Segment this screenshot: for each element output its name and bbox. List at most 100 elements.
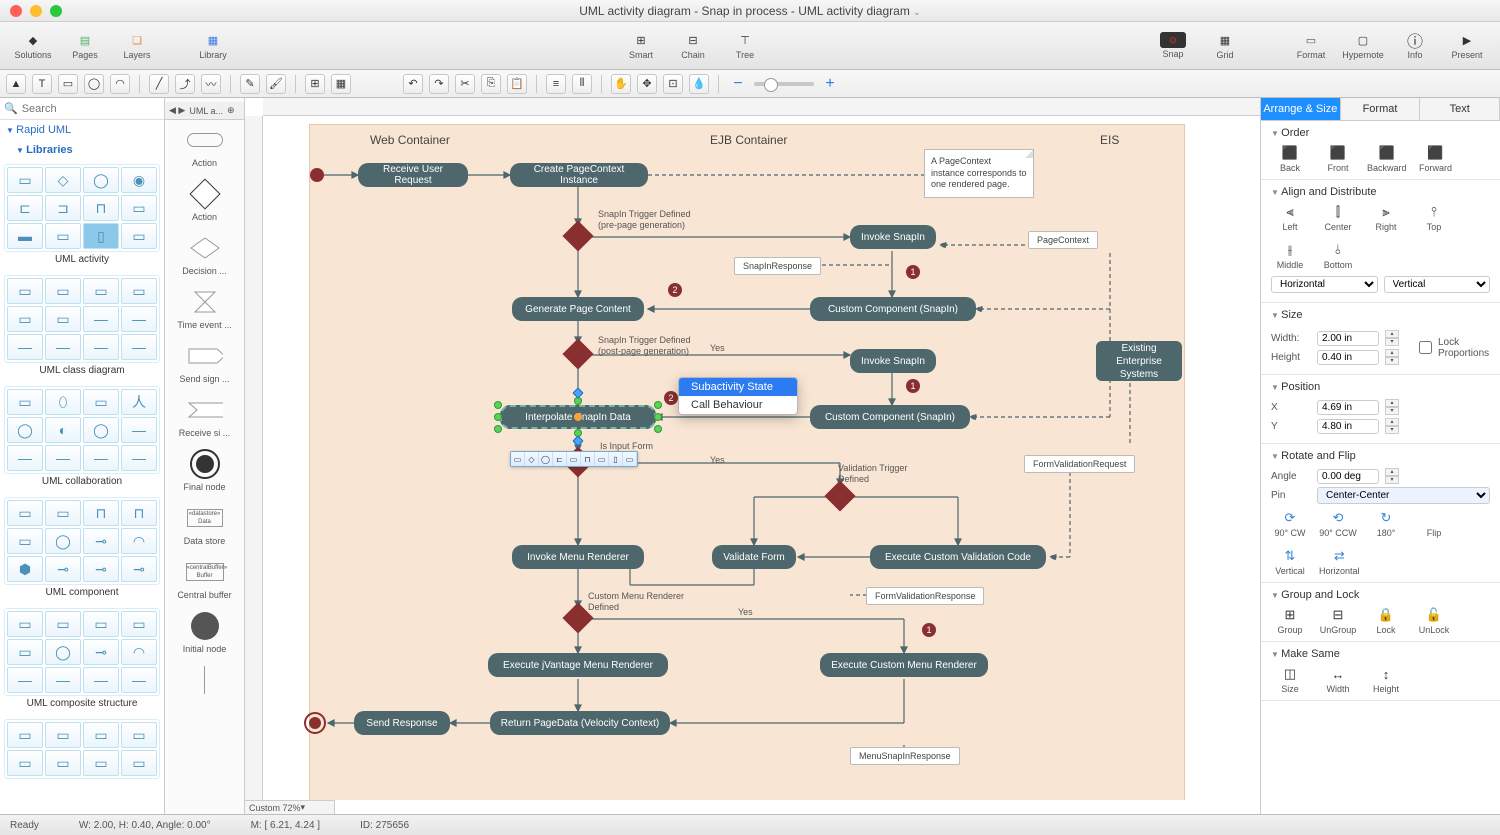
canvas[interactable]: Web Container EJB Container EIS xyxy=(263,116,1260,800)
final-node[interactable] xyxy=(304,712,326,734)
node-interpolate[interactable]: Interpolate SnapIn Data xyxy=(500,405,656,429)
lock-proportions-checkbox[interactable] xyxy=(1419,341,1432,354)
library-search[interactable]: 🔍 ✦ xyxy=(0,98,164,120)
paste-icon[interactable]: 📋 xyxy=(507,74,527,94)
copy-icon[interactable]: ⎘ xyxy=(481,74,501,94)
align-bottom-button[interactable]: ⫰Bottom xyxy=(1319,242,1357,270)
align-center-button[interactable]: ⫿Center xyxy=(1319,204,1357,232)
order-front-button[interactable]: ⬛Front xyxy=(1319,145,1357,173)
same-height-button[interactable]: ↕Height xyxy=(1367,666,1405,694)
node-custmenu[interactable]: Execute Custom Menu Renderer xyxy=(820,653,988,677)
section-makesame-header[interactable]: Make Same xyxy=(1271,648,1490,660)
lib-grid-activity[interactable]: ▭◇◯◉ ⊏⊐⊓▭ ▬▭▯▭ xyxy=(4,164,160,252)
section-size-header[interactable]: Size xyxy=(1271,309,1490,321)
distribute-icon[interactable]: ⫴ xyxy=(572,74,592,94)
flip-horizontal-button[interactable]: ⇄Horizontal xyxy=(1319,548,1360,576)
rect-tool-icon[interactable]: ▭ xyxy=(58,74,78,94)
shape-action-diamond[interactable]: Action xyxy=(165,174,244,228)
lib-grid-composite[interactable]: ▭▭▭▭ ▭◯⊸◠ ———— xyxy=(4,608,160,696)
x-input[interactable] xyxy=(1317,400,1379,415)
libraries-header[interactable]: Libraries xyxy=(0,140,164,160)
brush-tool-icon[interactable]: 🖌 xyxy=(266,74,286,94)
shape-send-signal[interactable]: Send sign ... xyxy=(165,336,244,390)
obj-formvalreq[interactable]: FormValidationRequest xyxy=(1024,455,1135,473)
hand-tool-icon[interactable]: ✋ xyxy=(611,74,631,94)
order-forward-button[interactable]: ⬛Forward xyxy=(1417,145,1455,173)
initial-node[interactable] xyxy=(310,168,324,182)
align-left-button[interactable]: ⫷Left xyxy=(1271,204,1309,232)
angle-stepper[interactable]: ▴▾ xyxy=(1385,468,1399,484)
rotate-180-button[interactable]: ↻180° xyxy=(1367,510,1405,538)
library-button[interactable]: ▦Library xyxy=(188,26,238,66)
decision-4[interactable] xyxy=(824,480,855,511)
height-stepper[interactable]: ▴▾ xyxy=(1385,349,1399,365)
connector-tool-icon[interactable]: ⤴ xyxy=(175,74,195,94)
align-middle-button[interactable]: ⫲Middle xyxy=(1271,242,1309,270)
pen-tool-icon[interactable]: ✎ xyxy=(240,74,260,94)
section-group-header[interactable]: Group and Lock xyxy=(1271,589,1490,601)
distribute-vertical-select[interactable]: Vertical xyxy=(1384,276,1491,293)
group-select-icon[interactable]: ⊡ xyxy=(663,74,683,94)
spline-tool-icon[interactable]: 〰 xyxy=(201,74,221,94)
ellipse-tool-icon[interactable]: ◯ xyxy=(84,74,104,94)
solutions-button[interactable]: ◆Solutions xyxy=(8,26,58,66)
zoom-in-icon[interactable]: + xyxy=(820,74,840,94)
height-input[interactable] xyxy=(1317,350,1379,365)
node-custcomp2[interactable]: Custom Component (SnapIn) xyxy=(810,405,970,429)
distribute-horizontal-select[interactable]: Horizontal xyxy=(1271,276,1378,293)
arc-tool-icon[interactable]: ◠ xyxy=(110,74,130,94)
node-validate[interactable]: Validate Form xyxy=(712,545,796,569)
snap-button[interactable]: ⊙Snap xyxy=(1148,26,1198,66)
y-stepper[interactable]: ▴▾ xyxy=(1385,418,1399,434)
info-button[interactable]: ⓘInfo xyxy=(1390,26,1440,66)
shape-panel-tabs[interactable]: ◀ ▶ UML a... ⊕ xyxy=(165,102,244,120)
shape-connector[interactable] xyxy=(165,660,244,700)
cut-icon[interactable]: ✂ xyxy=(455,74,475,94)
obj-formvalresp[interactable]: FormValidationResponse xyxy=(866,587,984,605)
note-pagecontext[interactable]: A PageContext instance corresponds to on… xyxy=(924,149,1034,198)
lib-grid-collab[interactable]: ▭⬯▭人 ◯◐◯— ———— xyxy=(4,386,160,474)
obj-menusnap[interactable]: MenuSnapInResponse xyxy=(850,747,960,765)
unlock-button[interactable]: 🔓UnLock xyxy=(1415,607,1453,635)
lib-grid-component[interactable]: ▭▭⊓⊓ ▭◯⊸◠ ⬢⊸⊸⊸ xyxy=(4,497,160,585)
pointer-tool-icon[interactable]: ▲ xyxy=(6,74,26,94)
ungroup-button[interactable]: ⊟UnGroup xyxy=(1319,607,1357,635)
maximize-window-icon[interactable] xyxy=(50,5,62,17)
ctx-subactivity[interactable]: Subactivity State xyxy=(679,378,797,396)
shape-central-buffer[interactable]: «centralBuffer»BufferCentral buffer xyxy=(165,552,244,606)
node-invoke1[interactable]: Invoke SnapIn xyxy=(850,225,936,249)
node-invoke2[interactable]: Invoke SnapIn xyxy=(850,349,936,373)
zoom-out-icon[interactable]: − xyxy=(728,74,748,94)
format-button[interactable]: ▭Format xyxy=(1286,26,1336,66)
lib-grid-class[interactable]: ▭▭▭▭ ▭▭—— ———— xyxy=(4,275,160,363)
tab-text[interactable]: Text xyxy=(1420,98,1500,120)
shape-data-store[interactable]: «datastore»DataData store xyxy=(165,498,244,552)
section-align-header[interactable]: Align and Distribute xyxy=(1271,186,1490,198)
context-menu[interactable]: Subactivity State Call Behaviour xyxy=(678,377,798,415)
shape-action-rect[interactable]: Action xyxy=(165,120,244,174)
grid-button[interactable]: ▦Grid xyxy=(1200,26,1250,66)
order-backward-button[interactable]: ⬛Backward xyxy=(1367,145,1407,173)
shape-initial-node[interactable]: Initial node xyxy=(165,606,244,660)
text-tool-icon[interactable]: T xyxy=(32,74,52,94)
eyedropper-icon[interactable]: 💧 xyxy=(689,74,709,94)
same-width-button[interactable]: ↔Width xyxy=(1319,666,1357,694)
line-tool-icon[interactable]: ╱ xyxy=(149,74,169,94)
node-sendresp[interactable]: Send Response xyxy=(354,711,450,735)
section-position-header[interactable]: Position xyxy=(1271,381,1490,393)
rapid-uml-header[interactable]: Rapid UML xyxy=(0,120,164,140)
node-returnpd[interactable]: Return PageData (Velocity Context) xyxy=(490,711,670,735)
width-stepper[interactable]: ▴▾ xyxy=(1385,330,1399,346)
section-rotate-header[interactable]: Rotate and Flip xyxy=(1271,450,1490,462)
chain-button[interactable]: ⊟Chain xyxy=(668,26,718,66)
zoom-slider[interactable] xyxy=(754,82,814,86)
group-button[interactable]: ⊞Group xyxy=(1271,607,1309,635)
node-custcomp1[interactable]: Custom Component (SnapIn) xyxy=(810,297,976,321)
section-order-header[interactable]: Order xyxy=(1271,127,1490,139)
close-window-icon[interactable] xyxy=(10,5,22,17)
rotate-cw-button[interactable]: ⟳90° CW xyxy=(1271,510,1309,538)
node-execvalid[interactable]: Execute Custom Validation Code xyxy=(870,545,1046,569)
node-jvantage[interactable]: Execute jVantage Menu Renderer xyxy=(488,653,668,677)
shape-receive-signal[interactable]: Receive si ... xyxy=(165,390,244,444)
node-existing[interactable]: Existing Enterprise Systems xyxy=(1096,341,1182,381)
